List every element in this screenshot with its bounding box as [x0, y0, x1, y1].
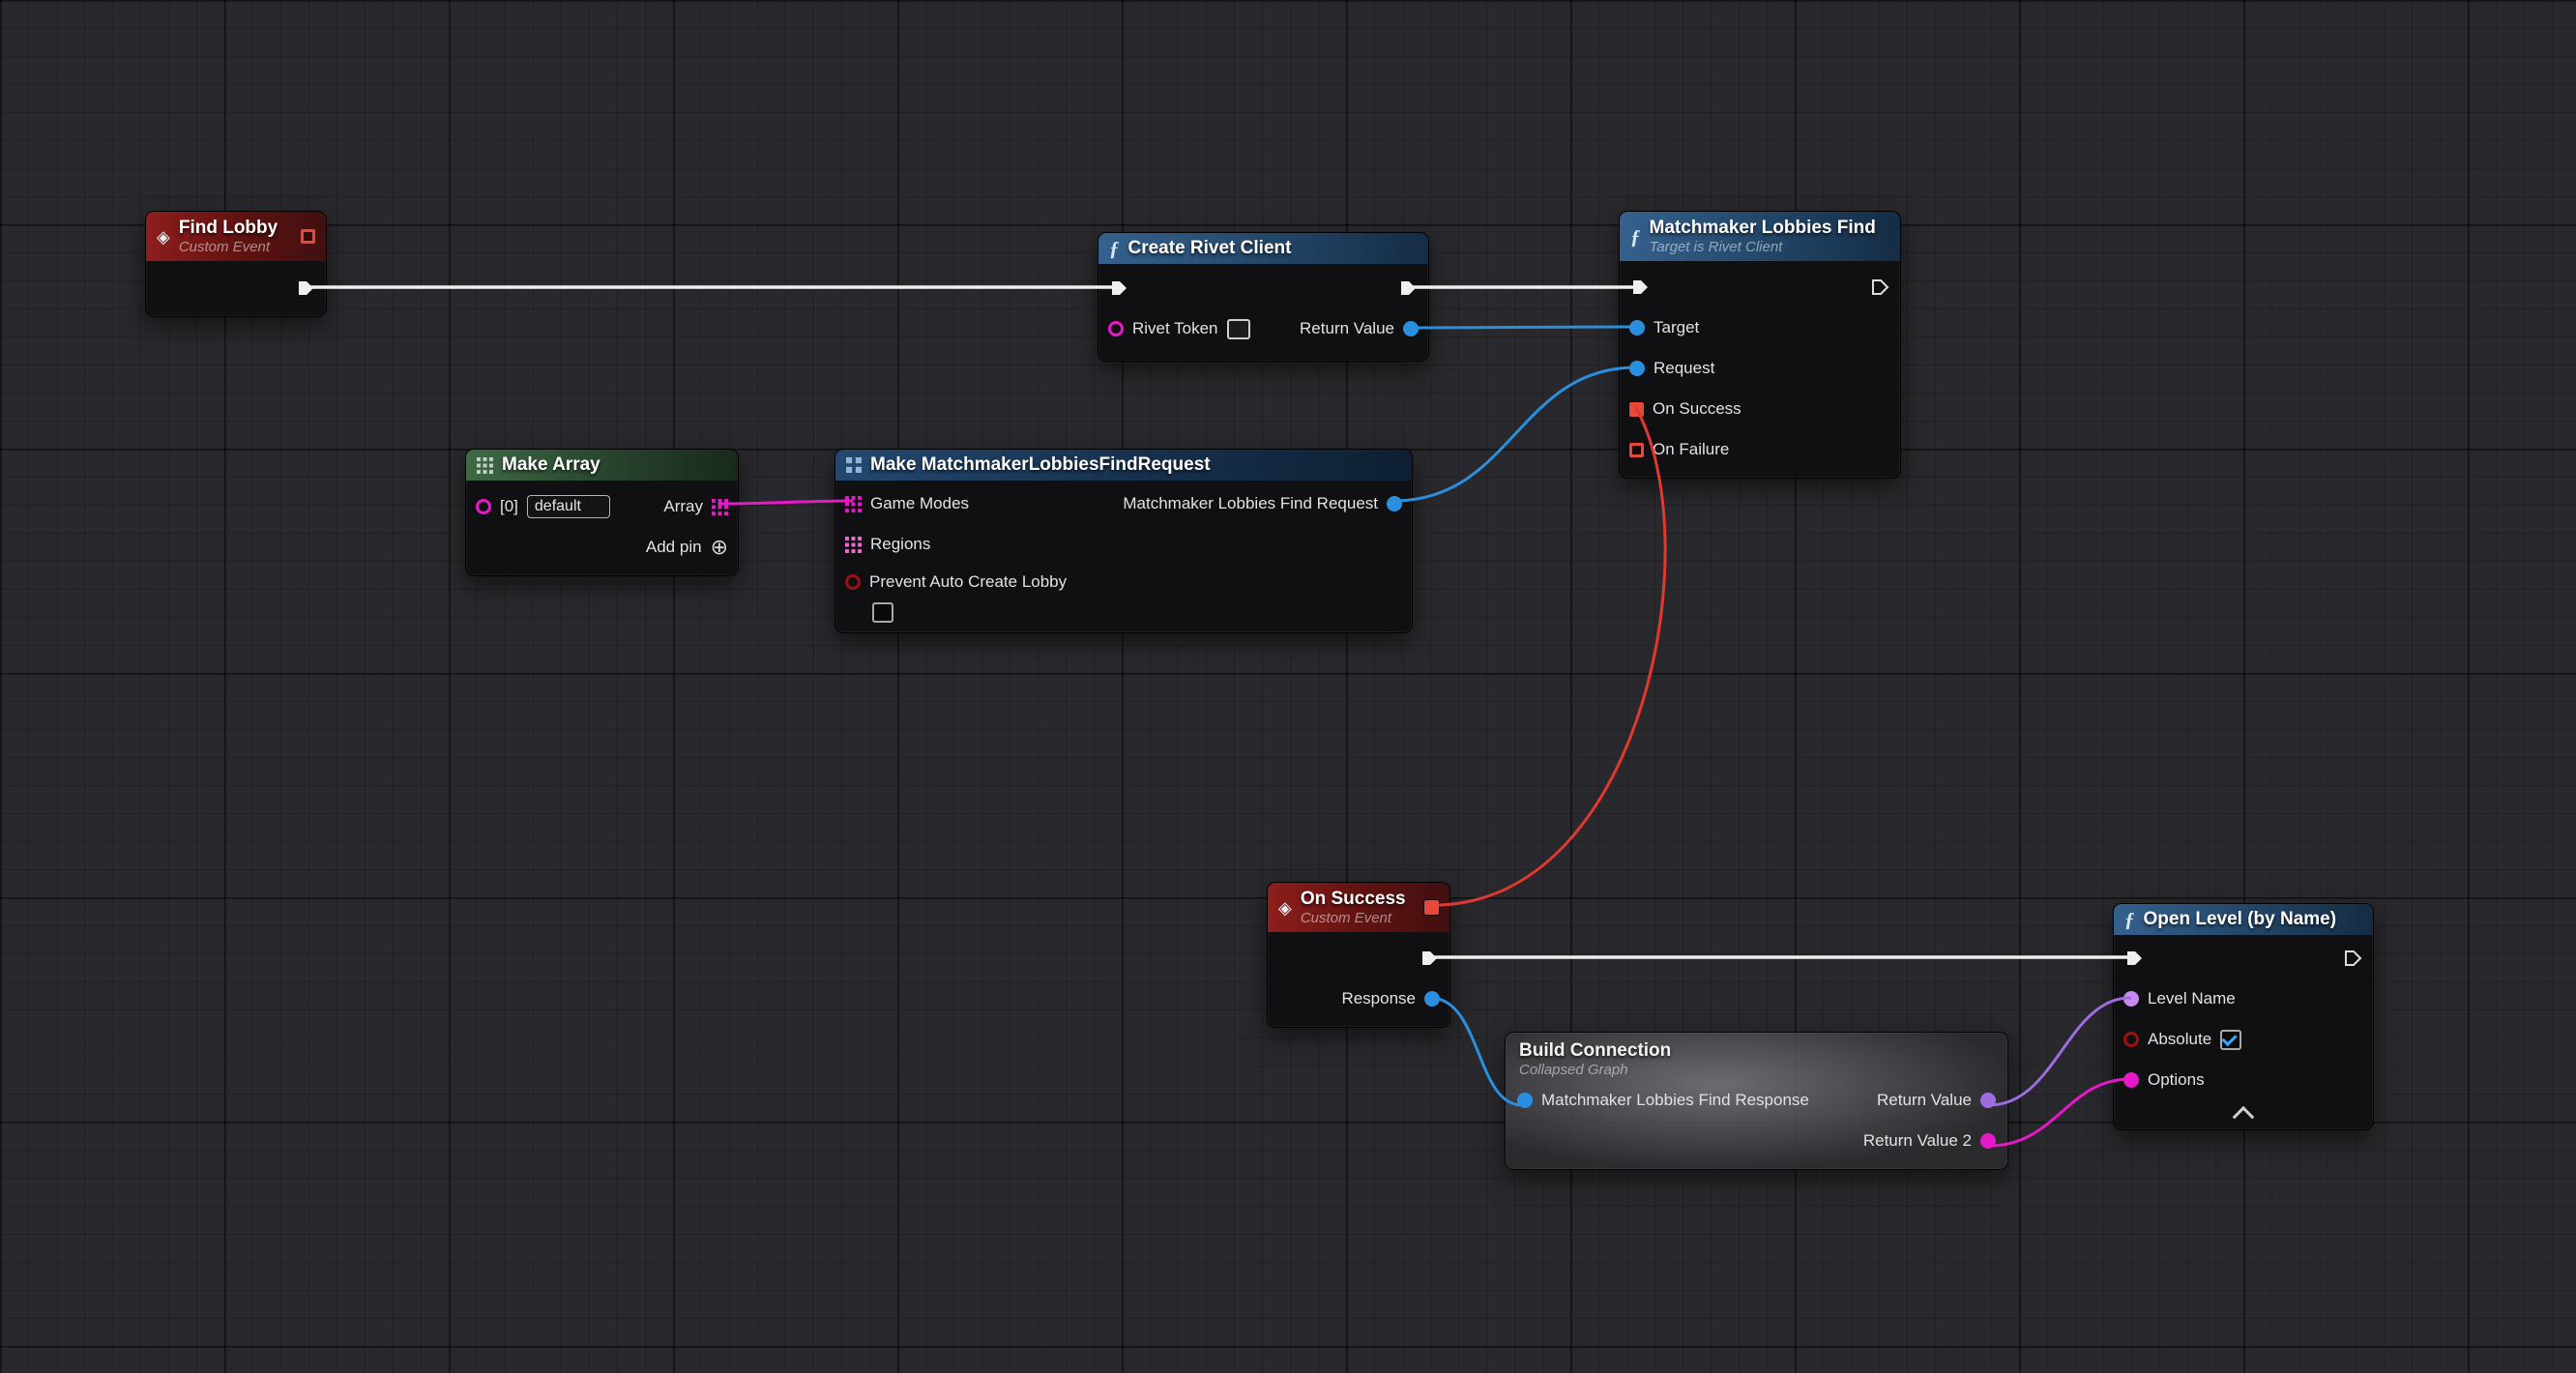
- exec-in-pin[interactable]: [1108, 278, 1129, 299]
- request-pin[interactable]: [1629, 361, 1645, 376]
- absolute-checkbox[interactable]: [2220, 1030, 2241, 1050]
- node-header: ◈ Find Lobby Custom Event: [146, 212, 326, 261]
- event-icon: ◈: [1278, 899, 1292, 917]
- array-index-pin[interactable]: [476, 499, 491, 514]
- wire-request-struct: [1393, 367, 1636, 501]
- regions-pin[interactable]: [845, 537, 862, 553]
- pin-label: Return Value: [1877, 1091, 1972, 1110]
- function-icon: ƒ: [1109, 240, 1120, 257]
- make-struct-icon: [846, 457, 862, 473]
- exec-in-pin[interactable]: [1629, 277, 1651, 298]
- exec-in-pin[interactable]: [2123, 948, 2145, 969]
- return-value-2-pin[interactable]: [1980, 1133, 1996, 1149]
- node-header: Make MatchmakerLobbiesFindRequest: [835, 450, 1412, 481]
- array-out-pin[interactable]: [712, 499, 728, 515]
- array-element-input[interactable]: [527, 495, 610, 518]
- graph-canvas[interactable]: ◈ Find Lobby Custom Event ƒ Create Rivet…: [0, 0, 2576, 1373]
- check-icon: [2222, 1030, 2238, 1045]
- node-title: On Success: [1301, 889, 1416, 910]
- wire-delegate-onsuccess: [1440, 408, 1665, 905]
- node-title: Make MatchmakerLobbiesFindRequest: [870, 454, 1401, 476]
- pin-label: Matchmaker Lobbies Find Request: [1123, 494, 1378, 513]
- level-name-pin[interactable]: [2123, 991, 2139, 1007]
- pin-label: Request: [1654, 359, 1714, 378]
- event-icon: ◈: [157, 228, 170, 246]
- response-in-pin[interactable]: [1517, 1093, 1533, 1108]
- exec-out-pin[interactable]: [2342, 948, 2363, 969]
- delegate-pin[interactable]: [1424, 900, 1439, 915]
- node-subtitle: Custom Event: [1301, 910, 1416, 926]
- wire-array-gamemodes: [719, 501, 852, 504]
- node-create-rivet-client[interactable]: ƒ Create Rivet Client Rivet Token Return…: [1098, 232, 1429, 362]
- exec-out-pin[interactable]: [1419, 948, 1440, 969]
- pin-label: Return Value: [1300, 319, 1394, 338]
- node-header: ◈ On Success Custom Event: [1268, 883, 1449, 932]
- pin-label: Response: [1341, 989, 1416, 1008]
- node-find-lobby[interactable]: ◈ Find Lobby Custom Event: [145, 211, 327, 317]
- exec-out-pin[interactable]: [1397, 278, 1419, 299]
- return-value-pin[interactable]: [1980, 1093, 1996, 1108]
- wire-returnvalue-target: [1410, 327, 1636, 328]
- array-icon: [477, 457, 493, 474]
- node-title: Make Array: [502, 454, 727, 476]
- pin-label: Absolute: [2148, 1030, 2211, 1049]
- pin-label: Matchmaker Lobbies Find Response: [1541, 1091, 1809, 1110]
- node-header: ƒ Create Rivet Client: [1098, 233, 1428, 264]
- node-on-success-event[interactable]: ◈ On Success Custom Event Response: [1267, 882, 1450, 1028]
- node-subtitle: Custom Event: [179, 239, 292, 255]
- prevent-auto-create-lobby-pin[interactable]: [845, 574, 861, 590]
- function-icon: ƒ: [1630, 228, 1641, 246]
- pin-label: Options: [2148, 1070, 2205, 1090]
- prevent-auto-create-lobby-checkbox[interactable]: [872, 602, 893, 623]
- options-pin[interactable]: [2123, 1072, 2139, 1088]
- pin-label: [0]: [500, 497, 518, 516]
- pin-label: On Failure: [1653, 440, 1729, 459]
- node-header: ƒ Matchmaker Lobbies Find Target is Rive…: [1620, 212, 1900, 261]
- node-subtitle: Target is Rivet Client: [1650, 239, 1890, 255]
- target-pin[interactable]: [1629, 320, 1645, 336]
- delegate-pin[interactable]: [301, 229, 315, 244]
- pin-label: Array: [663, 497, 703, 516]
- node-matchmaker-lobbies-find[interactable]: ƒ Matchmaker Lobbies Find Target is Rive…: [1619, 211, 1901, 479]
- node-make-array[interactable]: Make Array [0] Array Add pin ⊕: [465, 449, 739, 576]
- add-pin-label: Add pin: [646, 538, 702, 557]
- game-modes-pin[interactable]: [845, 496, 862, 512]
- wire-returnvalue-levelname: [1989, 998, 2130, 1105]
- node-header: ƒ Open Level (by Name): [2114, 904, 2373, 935]
- exec-out-pin[interactable]: [295, 278, 316, 299]
- pin-label: Target: [1654, 318, 1699, 337]
- node-make-matchmaker-lobbies-find-request[interactable]: Make MatchmakerLobbiesFindRequest Game M…: [834, 449, 1413, 633]
- node-title: Open Level (by Name): [2144, 909, 2363, 930]
- exec-out-pin[interactable]: [1869, 277, 1890, 298]
- pin-label: Regions: [870, 535, 930, 554]
- node-title: Find Lobby: [179, 218, 292, 239]
- wire-returnvalue2-options: [1989, 1079, 2130, 1146]
- pin-label: Return Value 2: [1863, 1131, 1972, 1151]
- node-subtitle: Collapsed Graph: [1519, 1062, 1994, 1078]
- node-title: Create Rivet Client: [1128, 238, 1419, 259]
- absolute-pin[interactable]: [2123, 1032, 2139, 1047]
- function-icon: ƒ: [2124, 911, 2135, 928]
- on-success-delegate-pin[interactable]: [1629, 402, 1644, 417]
- wire-layer: [0, 0, 2576, 1373]
- rivet-token-pin[interactable]: [1108, 321, 1124, 336]
- pin-label: Level Name: [2148, 989, 2236, 1008]
- add-pin-icon[interactable]: ⊕: [711, 537, 728, 558]
- node-open-level[interactable]: ƒ Open Level (by Name) Level Name Absolu…: [2113, 903, 2374, 1130]
- response-pin[interactable]: [1424, 991, 1440, 1007]
- node-title: Matchmaker Lobbies Find: [1650, 218, 1890, 239]
- node-header: Build Connection Collapsed Graph: [1506, 1033, 2007, 1080]
- pin-label: Game Modes: [870, 494, 969, 513]
- rivet-token-field[interactable]: [1227, 319, 1250, 339]
- pin-label: On Success: [1653, 399, 1742, 419]
- pin-label: Rivet Token: [1132, 319, 1218, 338]
- collapse-chevron-icon[interactable]: [2233, 1106, 2255, 1128]
- pin-label: Prevent Auto Create Lobby: [869, 572, 1067, 592]
- request-out-pin[interactable]: [1387, 496, 1402, 511]
- node-title: Build Connection: [1519, 1040, 1994, 1062]
- on-failure-delegate-pin[interactable]: [1629, 443, 1644, 457]
- node-header: Make Array: [466, 450, 738, 481]
- return-value-pin[interactable]: [1403, 321, 1419, 336]
- node-build-connection[interactable]: Build Connection Collapsed Graph Matchma…: [1505, 1032, 2008, 1170]
